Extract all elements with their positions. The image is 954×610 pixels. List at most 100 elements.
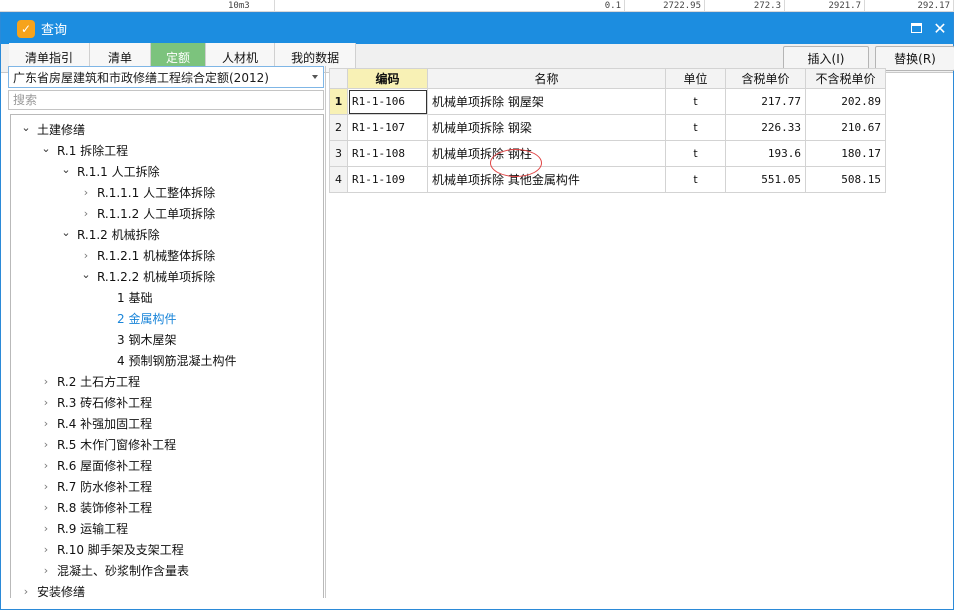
chevron-right-icon[interactable]: ›: [41, 396, 51, 409]
tree-node[interactable]: › R.2 土石方工程: [11, 371, 323, 392]
row-unit[interactable]: t: [665, 88, 726, 115]
col-header-code[interactable]: 编码: [347, 68, 428, 89]
maximize-button[interactable]: [907, 19, 925, 37]
chevron-down-icon[interactable]: ⌄: [81, 268, 91, 281]
row-unit[interactable]: t: [665, 114, 726, 141]
tree-node[interactable]: › R.8 装饰修补工程: [11, 497, 323, 518]
chevron-right-icon[interactable]: ›: [41, 375, 51, 388]
chevron-right-icon[interactable]: ›: [41, 501, 51, 514]
chevron-right-icon[interactable]: ›: [41, 459, 51, 472]
tree-node-label: 安装修缮: [37, 585, 86, 598]
tree-node-label: R.6 屋面修补工程: [57, 459, 153, 473]
row-name[interactable]: 机械单项拆除 钢柱: [427, 140, 666, 167]
tree-node-label: 1 基础: [117, 291, 153, 305]
tree-node-label: R.8 装饰修补工程: [57, 501, 153, 515]
tree-node[interactable]: ⌄ 土建修缮: [11, 119, 323, 140]
chevron-right-icon[interactable]: ›: [41, 564, 51, 577]
row-tax-price[interactable]: 226.33: [725, 114, 806, 141]
row-tax-price[interactable]: 551.05: [725, 166, 806, 193]
chevron-right-icon[interactable]: ›: [81, 207, 91, 220]
tree-node[interactable]: › R.10 脚手架及支架工程: [11, 539, 323, 560]
row-code[interactable]: R1-1-106: [347, 88, 428, 115]
col-header-index: [329, 68, 348, 89]
close-button[interactable]: ✕: [931, 18, 949, 38]
table-row[interactable]: 2 R1-1-107 机械单项拆除 钢梁 t 226.33 210.67: [329, 114, 886, 141]
row-index: 3: [329, 140, 348, 167]
chevron-right-icon[interactable]: ›: [41, 417, 51, 430]
tree-node-label: R.1.1 人工拆除: [77, 165, 160, 179]
chevron-right-icon[interactable]: ›: [21, 585, 31, 598]
row-tax-price[interactable]: 217.77: [725, 88, 806, 115]
table-row[interactable]: 3 R1-1-108 机械单项拆除 钢柱 t 193.6 180.17: [329, 140, 886, 167]
tree-node-label: R.7 防水修补工程: [57, 480, 153, 494]
tree-node[interactable]: 2 金属构件: [11, 308, 323, 329]
chevron-right-icon[interactable]: ›: [81, 249, 91, 262]
replace-button[interactable]: 替换(R): [875, 46, 954, 71]
tree-node[interactable]: › 安装修缮: [11, 581, 323, 598]
tree-node[interactable]: › 混凝土、砂浆制作含量表: [11, 560, 323, 581]
chevron-down-icon[interactable]: ⌄: [21, 121, 31, 134]
chevron-right-icon[interactable]: ›: [41, 480, 51, 493]
tree-node[interactable]: › R.9 运输工程: [11, 518, 323, 539]
row-name[interactable]: 机械单项拆除 钢屋架: [427, 88, 666, 115]
tree-node-label: R.1.1.1 人工整体拆除: [97, 186, 216, 200]
tree-node[interactable]: › R.1.1.2 人工单项拆除: [11, 203, 323, 224]
chevron-down-icon[interactable]: ⌄: [41, 142, 51, 155]
quota-select-value: 广东省房屋建筑和市政修缮工程综合定额(2012): [13, 70, 269, 85]
tree-node[interactable]: › R.5 木作门窗修补工程: [11, 434, 323, 455]
panel-divider[interactable]: [325, 66, 326, 598]
tree-node[interactable]: › R.6 屋面修补工程: [11, 455, 323, 476]
row-code[interactable]: R1-1-107: [347, 114, 428, 141]
search-input[interactable]: [13, 93, 323, 107]
tree-node[interactable]: ⌄ R.1.2 机械拆除: [11, 224, 323, 245]
row-code[interactable]: R1-1-109: [347, 166, 428, 193]
tree-node[interactable]: ⌄ R.1 拆除工程: [11, 140, 323, 161]
row-name[interactable]: 机械单项拆除 其他金属构件: [427, 166, 666, 193]
chevron-right-icon[interactable]: ›: [41, 438, 51, 451]
tree-node[interactable]: › R.3 砖石修补工程: [11, 392, 323, 413]
row-index: 2: [329, 114, 348, 141]
tree-node[interactable]: › R.1.1.1 人工整体拆除: [11, 182, 323, 203]
tree-node[interactable]: › R.7 防水修补工程: [11, 476, 323, 497]
tree-node-label: R.3 砖石修补工程: [57, 396, 153, 410]
row-notax-price[interactable]: 210.67: [805, 114, 886, 141]
row-code[interactable]: R1-1-108: [347, 140, 428, 167]
tree-node-label: R.1.2 机械拆除: [77, 228, 160, 242]
row-unit[interactable]: t: [665, 140, 726, 167]
search-box[interactable]: [8, 90, 324, 110]
table-row[interactable]: 4 R1-1-109 机械单项拆除 其他金属构件 t 551.05 508.15: [329, 166, 886, 193]
chevron-down-icon[interactable]: ⌄: [61, 226, 71, 239]
tree-node[interactable]: 3 钢木屋架: [11, 329, 323, 350]
tree-node[interactable]: 1 基础: [11, 287, 323, 308]
chevron-right-icon[interactable]: ›: [41, 522, 51, 535]
close-icon: ✕: [933, 18, 947, 38]
row-notax-price[interactable]: 180.17: [805, 140, 886, 167]
row-tax-price[interactable]: 193.6: [725, 140, 806, 167]
leaf-spacer: [101, 335, 111, 345]
bg-cell: 292.17: [865, 0, 954, 11]
row-notax-price[interactable]: 202.89: [805, 88, 886, 115]
background-sheet-strip: 10m3 0.1 2722.95 272.3 2921.7 292.17: [0, 0, 954, 12]
row-unit[interactable]: t: [665, 166, 726, 193]
tree-node-label: R.5 木作门窗修补工程: [57, 438, 177, 452]
tree-node-label: R.9 运输工程: [57, 522, 129, 536]
tree-node[interactable]: ⌄ R.1.1 人工拆除: [11, 161, 323, 182]
table-row[interactable]: 1 R1-1-106 机械单项拆除 钢屋架 t 217.77 202.89: [329, 88, 886, 115]
leaf-spacer: [101, 293, 111, 303]
tree-node[interactable]: › R.1.2.1 机械整体拆除: [11, 245, 323, 266]
tree-node[interactable]: › R.4 补强加固工程: [11, 413, 323, 434]
row-notax-price[interactable]: 508.15: [805, 166, 886, 193]
tree-node[interactable]: ⌄ R.1.2.2 机械单项拆除: [11, 266, 323, 287]
chevron-right-icon[interactable]: ›: [81, 186, 91, 199]
col-header-name[interactable]: 名称: [427, 68, 666, 89]
chevron-right-icon[interactable]: ›: [41, 543, 51, 556]
tree-node-label: 4 预制钢筋混凝土构件: [117, 354, 237, 368]
tree-node[interactable]: 4 预制钢筋混凝土构件: [11, 350, 323, 371]
col-header-tax-price[interactable]: 含税单价: [725, 68, 806, 89]
chevron-down-icon[interactable]: ⌄: [61, 163, 71, 176]
quota-library-select[interactable]: 广东省房屋建筑和市政修缮工程综合定额(2012): [8, 66, 324, 88]
col-header-notax-price[interactable]: 不含税单价: [805, 68, 886, 89]
title-bar[interactable]: ✓ 查询 ✕: [1, 13, 953, 44]
row-name[interactable]: 机械单项拆除 钢梁: [427, 114, 666, 141]
col-header-unit[interactable]: 单位: [665, 68, 726, 89]
